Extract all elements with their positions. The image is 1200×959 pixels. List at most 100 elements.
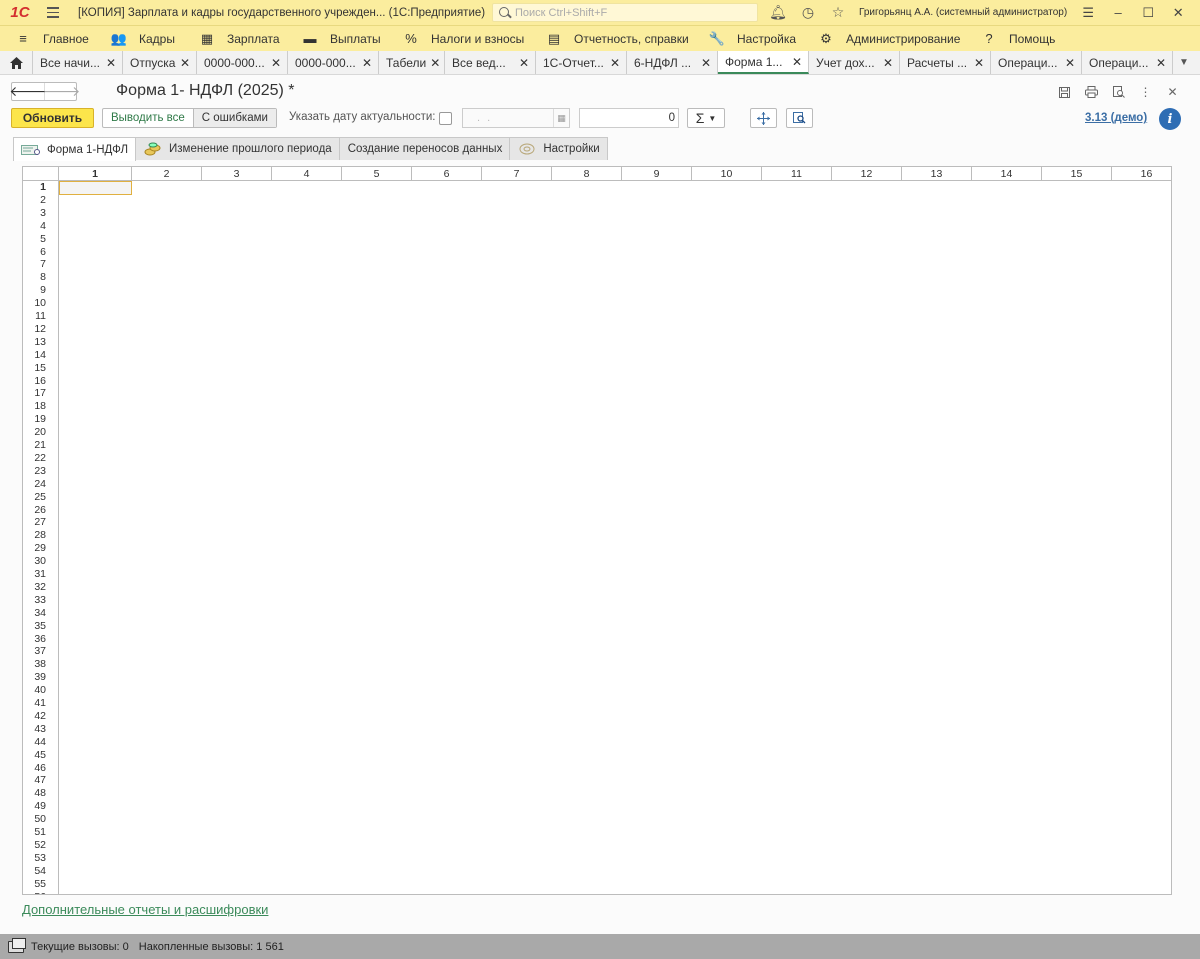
- tab-previous-period[interactable]: Изменение прошлого периода: [135, 137, 340, 160]
- row-header[interactable]: 52: [23, 839, 58, 852]
- column-header[interactable]: 10: [692, 167, 762, 181]
- menu-item-administration[interactable]: ⚙ Администрирование: [817, 26, 960, 52]
- row-header[interactable]: 1: [23, 181, 58, 194]
- row-header[interactable]: 22: [23, 452, 58, 465]
- menu-item-payments[interactable]: ▬ Выплаты: [301, 26, 381, 52]
- row-header[interactable]: 32: [23, 581, 58, 594]
- menu-item-reports[interactable]: ▤ Отчетность, справки: [545, 26, 689, 52]
- row-header[interactable]: 18: [23, 400, 58, 413]
- row-header[interactable]: 28: [23, 529, 58, 542]
- close-tab-icon[interactable]: ✕: [519, 56, 529, 70]
- back-arrow-icon[interactable]: 🡐: [9, 83, 47, 100]
- close-tab-icon[interactable]: ✕: [974, 56, 984, 70]
- row-header[interactable]: 12: [23, 323, 58, 336]
- row-header[interactable]: 43: [23, 723, 58, 736]
- row-header[interactable]: 41: [23, 697, 58, 710]
- sum-value-field[interactable]: 0: [579, 108, 679, 128]
- row-header[interactable]: 7: [23, 258, 58, 271]
- menu-item-main[interactable]: ≡ Главное: [14, 26, 89, 52]
- save-icon[interactable]: [1051, 83, 1078, 101]
- notifications-icon[interactable]: 🔔︎: [763, 0, 793, 25]
- row-header[interactable]: 13: [23, 336, 58, 349]
- column-header[interactable]: 11: [762, 167, 832, 181]
- show-all-button[interactable]: Выводить все: [103, 109, 194, 127]
- row-header[interactable]: 9: [23, 284, 58, 297]
- row-header[interactable]: 29: [23, 542, 58, 555]
- row-header[interactable]: 15: [23, 362, 58, 375]
- row-header[interactable]: 6: [23, 246, 58, 259]
- row-header[interactable]: 5: [23, 233, 58, 246]
- close-tab-icon[interactable]: ✕: [271, 56, 281, 70]
- calendar-icon[interactable]: ▦: [553, 109, 569, 127]
- menu-item-settings[interactable]: 🔧 Настройка: [708, 26, 796, 52]
- favorites-icon[interactable]: ☆: [823, 0, 853, 25]
- selected-cell[interactable]: [59, 181, 132, 195]
- row-header[interactable]: 10: [23, 297, 58, 310]
- actual-date-field[interactable]: . . ▦: [462, 108, 570, 128]
- row-header[interactable]: 4: [23, 220, 58, 233]
- row-header[interactable]: 8: [23, 271, 58, 284]
- actual-date-checkbox[interactable]: [439, 112, 452, 125]
- info-icon[interactable]: i: [1159, 108, 1181, 130]
- row-header[interactable]: 23: [23, 465, 58, 478]
- close-tab-icon[interactable]: ✕: [792, 55, 802, 69]
- report-spreadsheet[interactable]: 1 2 3 4 5 6 7 8 9 10 11 12 13 14 15 16 1 2 3 4 5 6 7 8 9 10 11 12 1…: [22, 166, 1172, 895]
- row-header[interactable]: 27: [23, 516, 58, 529]
- row-header[interactable]: 37: [23, 645, 58, 658]
- row-header[interactable]: 17: [23, 387, 58, 400]
- maximize-icon[interactable]: ☐: [1133, 0, 1163, 25]
- close-tab-icon[interactable]: ✕: [430, 56, 440, 70]
- close-form-icon[interactable]: ✕: [1159, 83, 1186, 101]
- row-header[interactable]: 33: [23, 594, 58, 607]
- column-header[interactable]: 15: [1042, 167, 1112, 181]
- preview-icon[interactable]: [1105, 83, 1132, 101]
- row-header[interactable]: 55: [23, 878, 58, 891]
- row-header[interactable]: 26: [23, 504, 58, 517]
- close-tab-icon[interactable]: ✕: [701, 56, 711, 70]
- window-tab[interactable]: 1С-Отчет... ✕: [536, 51, 627, 74]
- close-window-icon[interactable]: ✕: [1163, 0, 1193, 25]
- version-link[interactable]: 3.13 (демо): [1085, 112, 1147, 124]
- window-tab[interactable]: Операци... ✕: [1082, 51, 1173, 74]
- row-header[interactable]: 42: [23, 710, 58, 723]
- close-tab-icon[interactable]: ✕: [883, 56, 893, 70]
- row-header[interactable]: 40: [23, 684, 58, 697]
- sum-button[interactable]: Σ ▼: [687, 108, 725, 128]
- sheet-corner[interactable]: [23, 167, 59, 181]
- app-logo[interactable]: 1С: [0, 0, 40, 25]
- column-header[interactable]: 12: [832, 167, 902, 181]
- window-tab[interactable]: Расчеты ... ✕: [900, 51, 991, 74]
- tab-data-transfers[interactable]: Создание переносов данных: [338, 137, 511, 160]
- row-header[interactable]: 38: [23, 658, 58, 671]
- row-header[interactable]: 31: [23, 568, 58, 581]
- column-header[interactable]: 14: [972, 167, 1042, 181]
- row-header[interactable]: 34: [23, 607, 58, 620]
- row-header[interactable]: 20: [23, 426, 58, 439]
- home-icon[interactable]: [0, 51, 33, 74]
- windows-icon[interactable]: [8, 937, 26, 953]
- window-tab[interactable]: Все вед... ✕: [445, 51, 536, 74]
- column-header[interactable]: 7: [482, 167, 552, 181]
- history-icon[interactable]: ◷: [793, 0, 823, 25]
- close-tab-icon[interactable]: ✕: [106, 56, 116, 70]
- close-tab-icon[interactable]: ✕: [180, 56, 190, 70]
- row-header[interactable]: 11: [23, 310, 58, 323]
- column-header[interactable]: 4: [272, 167, 342, 181]
- row-header[interactable]: 24: [23, 478, 58, 491]
- row-header[interactable]: 46: [23, 762, 58, 775]
- additional-reports-link[interactable]: Дополнительные отчеты и расшифровки: [22, 902, 268, 917]
- row-header[interactable]: 21: [23, 439, 58, 452]
- with-errors-button[interactable]: С ошибками: [193, 109, 276, 127]
- column-header[interactable]: 2: [132, 167, 202, 181]
- tab-settings[interactable]: Настройки: [509, 137, 608, 160]
- minimize-icon[interactable]: –: [1103, 0, 1133, 25]
- window-tab[interactable]: Учет дох... ✕: [809, 51, 900, 74]
- close-tab-icon[interactable]: ✕: [1065, 56, 1075, 70]
- menu-item-salary[interactable]: ▦ Зарплата: [198, 26, 280, 52]
- print-icon[interactable]: [1078, 83, 1105, 101]
- row-header[interactable]: 14: [23, 349, 58, 362]
- row-header[interactable]: 2: [23, 194, 58, 207]
- window-tab[interactable]: Табели ✕: [379, 51, 445, 74]
- tab-form-1-ndfl[interactable]: Форма 1-НДФЛ: [13, 137, 137, 161]
- column-header[interactable]: 13: [902, 167, 972, 181]
